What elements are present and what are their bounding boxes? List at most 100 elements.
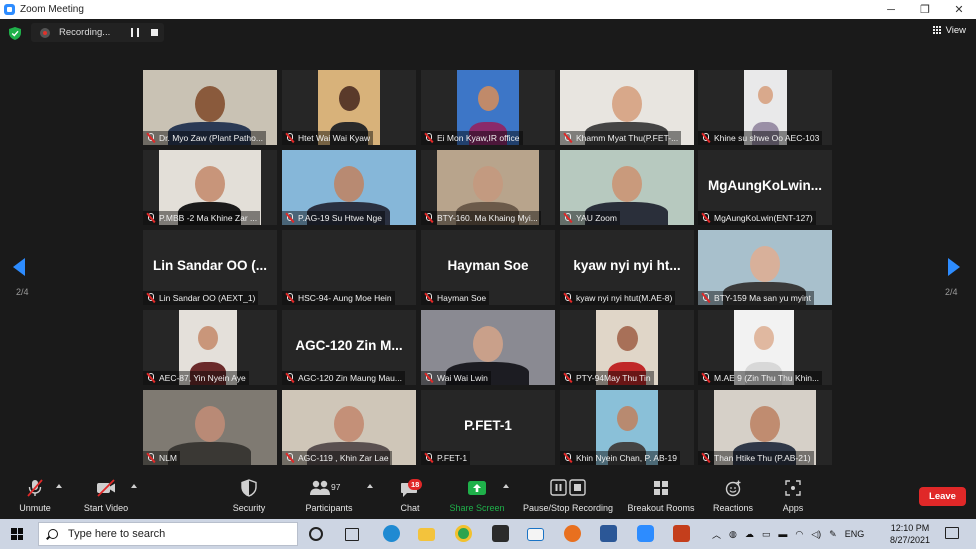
- muted-mic-icon: [701, 373, 710, 383]
- participant-tile[interactable]: BTY-160. Ma Khaing Myi...: [421, 150, 555, 225]
- participant-tile[interactable]: Khine su shwe Oo AEC-103: [698, 70, 832, 145]
- audio-options-chevron-icon[interactable]: [56, 484, 62, 488]
- wifi-icon[interactable]: ◠: [795, 529, 803, 540]
- network-app-icon[interactable]: ◍: [729, 529, 737, 540]
- participant-tile[interactable]: P.MBB -2 Ma Khine Zar ...: [143, 150, 277, 225]
- stop-recording-icon[interactable]: [151, 29, 158, 36]
- reactions-button[interactable]: Reactions: [709, 476, 757, 519]
- participant-tile[interactable]: Ei Mon Kyaw,IR office: [421, 70, 555, 145]
- participant-name: Htet Wai Wai Kyaw: [298, 133, 371, 143]
- participants-icon: [310, 480, 330, 495]
- previous-page-icon[interactable]: [13, 258, 25, 276]
- view-button[interactable]: View: [932, 25, 966, 36]
- participant-name-bar: AGC-120 Zin Maung Mau...: [282, 371, 405, 385]
- participant-name: P.MBB -2 Ma Khine Zar ...: [159, 213, 258, 223]
- apps-label: Apps: [782, 503, 804, 513]
- participant-tile[interactable]: Than Htike Thu (P.AB-21): [698, 390, 832, 465]
- participant-tile[interactable]: kyaw nyi nyi ht... kyaw nyi nyi htut(M.AE…: [560, 230, 694, 305]
- cloud-icon[interactable]: ☁: [745, 529, 754, 540]
- participant-tile[interactable]: Wai Wai Lwin: [421, 310, 555, 385]
- participant-tile[interactable]: P.AG-19 Su Htwe Nge: [282, 150, 416, 225]
- unmute-label: Unmute: [19, 503, 51, 513]
- windows-taskbar: ︿ ◍ ☁ ▭ ▬ ◠ ◁) ✎ ENG 12:10 PM 8/27/2021: [0, 519, 976, 549]
- participant-tile[interactable]: YAU Zoom: [560, 150, 694, 225]
- participant-name-bar: Dr. Myo Zaw (Plant Patho...: [143, 131, 266, 145]
- participant-tile[interactable]: AGC-120 Zin M... AGC-120 Zin Maung Mau...: [282, 310, 416, 385]
- participant-display-name: P.FET-1: [464, 418, 512, 433]
- network-icon[interactable]: ▭: [762, 529, 771, 540]
- volume-icon[interactable]: ◁): [811, 529, 821, 540]
- battery-icon[interactable]: ▬: [778, 529, 787, 539]
- start-video-button[interactable]: Start Video: [80, 476, 132, 519]
- participant-tile[interactable]: Dr. Myo Zaw (Plant Patho...: [143, 70, 277, 145]
- firefox-icon[interactable]: [564, 525, 581, 542]
- show-hidden-icons-icon[interactable]: ︿: [712, 528, 721, 541]
- powerpoint-icon[interactable]: [673, 525, 690, 542]
- participant-tile[interactable]: BTY-159 Ma san yu myint: [698, 230, 832, 305]
- share-screen-label: Share Screen: [449, 503, 505, 513]
- video-options-chevron-icon[interactable]: [131, 484, 137, 488]
- notifications-icon[interactable]: [945, 527, 959, 539]
- meeting-toolbar: Unmute Start Video Security 97 Participa…: [0, 476, 976, 519]
- mail-icon[interactable]: [527, 528, 544, 541]
- participant-tile[interactable]: Hayman Soe Hayman Soe: [421, 230, 555, 305]
- security-button[interactable]: Security: [227, 476, 271, 519]
- leave-button[interactable]: Leave: [919, 487, 966, 506]
- chat-button[interactable]: 18 Chat: [396, 476, 424, 519]
- muted-mic-icon: [563, 293, 572, 303]
- participant-tile[interactable]: PTY-94May Thu Tin: [560, 310, 694, 385]
- taskbar-clock[interactable]: 12:10 PM 8/27/2021: [886, 522, 934, 546]
- pause-stop-recording-button[interactable]: Pause/Stop Recording: [520, 476, 616, 519]
- file-explorer-icon[interactable]: [418, 528, 435, 541]
- participant-tile[interactable]: AEC-87, Yin Nyein Aye: [143, 310, 277, 385]
- taskbar-search-input[interactable]: [68, 528, 268, 540]
- participant-tile[interactable]: Khin Nyein Chan, P. AB-19: [560, 390, 694, 465]
- pen-icon[interactable]: ✎: [829, 529, 837, 540]
- participants-button[interactable]: 97 Participants: [303, 476, 355, 519]
- participant-tile[interactable]: Lin Sandar OO (... Lin Sandar OO (AEXT_1): [143, 230, 277, 305]
- muted-mic-icon: [146, 293, 155, 303]
- participant-tile[interactable]: M.AE 9 (Zin Thu Thu Khin...: [698, 310, 832, 385]
- word-icon[interactable]: [600, 525, 617, 542]
- participant-tile[interactable]: AGC-119 , Khin Zar Lae: [282, 390, 416, 465]
- participant-name: NLM: [159, 453, 177, 463]
- windows-start-icon[interactable]: [11, 528, 23, 540]
- participant-tile[interactable]: Htet Wai Wai Kyaw: [282, 70, 416, 145]
- participant-name: Hayman Soe: [437, 293, 487, 303]
- security-shield-icon[interactable]: [9, 27, 21, 40]
- restore-button[interactable]: ❐: [908, 0, 942, 19]
- zoom-taskbar-icon[interactable]: [637, 525, 654, 542]
- unmute-button[interactable]: Unmute: [14, 476, 56, 519]
- close-button[interactable]: ✕: [942, 0, 976, 19]
- share-options-chevron-icon[interactable]: [503, 484, 509, 488]
- page-indicator-right: 2/4: [945, 287, 958, 297]
- participant-name: kyaw nyi nyi htut(M.AE-8): [576, 293, 673, 303]
- muted-mic-icon: [285, 453, 294, 463]
- task-view-icon[interactable]: [345, 528, 359, 541]
- muted-mic-icon: [424, 373, 433, 383]
- breakout-rooms-button[interactable]: Breakout Rooms: [625, 476, 697, 519]
- chrome-icon[interactable]: [455, 525, 472, 542]
- muted-mic-icon: [424, 133, 433, 143]
- taskbar-search[interactable]: [38, 522, 298, 546]
- pause-recording-icon[interactable]: [131, 28, 139, 37]
- pause-stop-recording-icon: [550, 479, 586, 496]
- participants-chevron-icon[interactable]: [367, 484, 373, 488]
- store-icon[interactable]: [492, 525, 509, 542]
- participant-tile[interactable]: MgAungKoLwin... MgAungKoLwin(ENT-127): [698, 150, 832, 225]
- participant-tile[interactable]: NLM: [143, 390, 277, 465]
- participant-name-bar: NLM: [143, 451, 180, 465]
- next-page-icon[interactable]: [948, 258, 960, 276]
- participant-tile[interactable]: P.FET-1 P.FET-1: [421, 390, 555, 465]
- participant-tile[interactable]: Khamm Myat Thu(P.FET-...: [560, 70, 694, 145]
- participant-tile[interactable]: HSC-94- Aung Moe Hein: [282, 230, 416, 305]
- cortana-icon[interactable]: [309, 527, 323, 541]
- edge-browser-icon[interactable]: [383, 525, 400, 542]
- participant-name-bar: AGC-119 , Khin Zar Lae: [282, 451, 392, 465]
- muted-mic-icon: [563, 213, 572, 223]
- muted-mic-icon: [285, 213, 294, 223]
- language-indicator[interactable]: ENG: [845, 529, 865, 539]
- share-screen-button[interactable]: Share Screen: [449, 476, 505, 519]
- apps-button[interactable]: Apps: [778, 476, 808, 519]
- minimize-button[interactable]: ─: [874, 0, 908, 19]
